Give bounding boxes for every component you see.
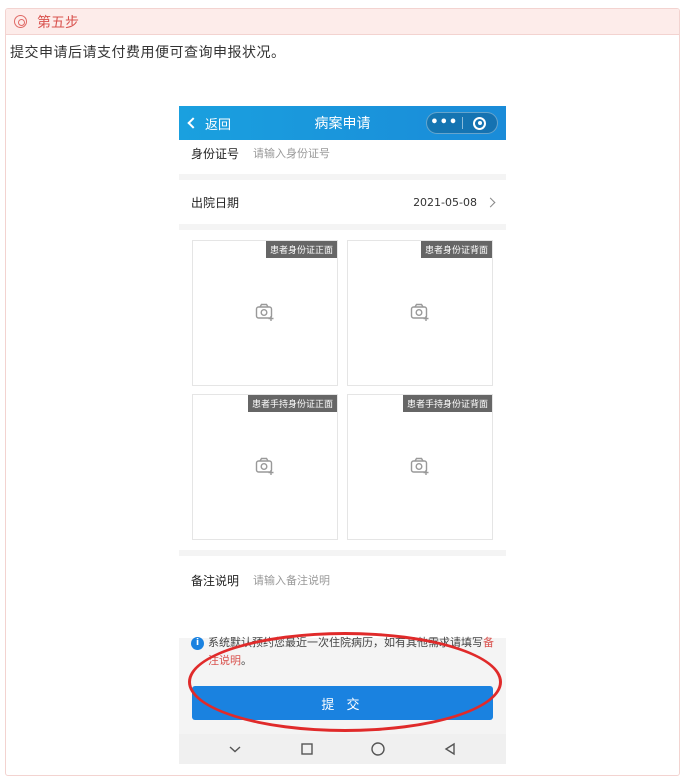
chevron-down-icon: [229, 746, 241, 753]
close-miniprogram-button[interactable]: [463, 116, 498, 130]
notice-body: 系统默认预约您最近一次住院病历，如有其他需求请填写备注说明。: [208, 634, 494, 670]
id-number-input[interactable]: 请输入身份证号: [253, 145, 330, 161]
discharge-date-field[interactable]: 出院日期 2021-05-08: [179, 180, 506, 224]
id-number-label: 身份证号: [191, 147, 240, 161]
square-icon: [300, 743, 313, 755]
upload-tag: 患者手持身份证背面: [402, 395, 492, 412]
notice-main: 系统默认预约您最近一次住院病历，如有其他需求请填写: [208, 636, 483, 649]
discharge-date-value[interactable]: 2021-05-08: [413, 195, 496, 209]
camera-add-icon: [255, 303, 274, 321]
upload-tag: 患者手持身份证正面: [247, 395, 337, 412]
id-number-field[interactable]: 身份证号 请输入身份证号: [179, 140, 506, 174]
step-description: 提交申请后请支付费用便可查询申报状况。: [10, 45, 286, 61]
home-button[interactable]: [363, 739, 393, 759]
miniprogram-capsule: •••: [426, 112, 498, 134]
discharge-date-label: 出院日期: [191, 195, 240, 210]
info-icon: i: [191, 637, 204, 650]
remarks-input[interactable]: 请输入备注说明: [253, 572, 330, 588]
step-title: 第五步: [37, 14, 79, 31]
notice-tail: 。: [241, 654, 252, 667]
android-nav-bar: [179, 734, 506, 764]
step-header: 第五步: [6, 9, 679, 35]
upload-holding-id-back[interactable]: 患者手持身份证背面: [347, 394, 493, 540]
target-icon: [473, 116, 487, 130]
remarks-label: 备注说明: [191, 574, 240, 588]
chevron-right-icon: [485, 197, 496, 207]
more-menu-button[interactable]: •••: [427, 113, 462, 133]
camera-add-icon: [255, 457, 274, 475]
recents-button[interactable]: [292, 739, 322, 759]
camera-add-icon: [410, 457, 429, 475]
upload-tag: 患者身份证背面: [420, 241, 492, 258]
circle-home-icon: [371, 742, 386, 756]
upload-tag: 患者身份证正面: [265, 241, 337, 258]
submit-button[interactable]: 提 交: [192, 686, 493, 720]
circle-icon: [14, 15, 27, 28]
upload-id-front[interactable]: 患者身份证正面: [192, 240, 338, 386]
phone-screenshot: 返回 病案申请 ••• 身份证号 请输入身份证号 出院日期 2021-05-08…: [179, 106, 506, 764]
photo-upload-grid: 患者身份证正面 患者身份证背面 患者手持身份证正面 患者手持身份证背面: [179, 230, 506, 550]
discharge-date-text: 2021-05-08: [413, 195, 477, 209]
camera-add-icon: [410, 303, 429, 321]
notice-text: i 系统默认预约您最近一次住院病历，如有其他需求请填写备注说明。: [179, 634, 506, 670]
back-system-button[interactable]: [435, 739, 465, 759]
nav-bar: 返回 病案申请 •••: [179, 106, 506, 140]
upload-id-back[interactable]: 患者身份证背面: [347, 240, 493, 386]
back-button[interactable]: 返回: [187, 114, 232, 133]
back-label: 返回: [205, 117, 232, 133]
collapse-button[interactable]: [220, 739, 250, 759]
upload-holding-id-front[interactable]: 患者手持身份证正面: [192, 394, 338, 540]
triangle-back-icon: [444, 742, 455, 756]
chevron-left-icon: [187, 117, 199, 129]
remarks-field[interactable]: 备注说明 请输入备注说明: [179, 556, 506, 638]
